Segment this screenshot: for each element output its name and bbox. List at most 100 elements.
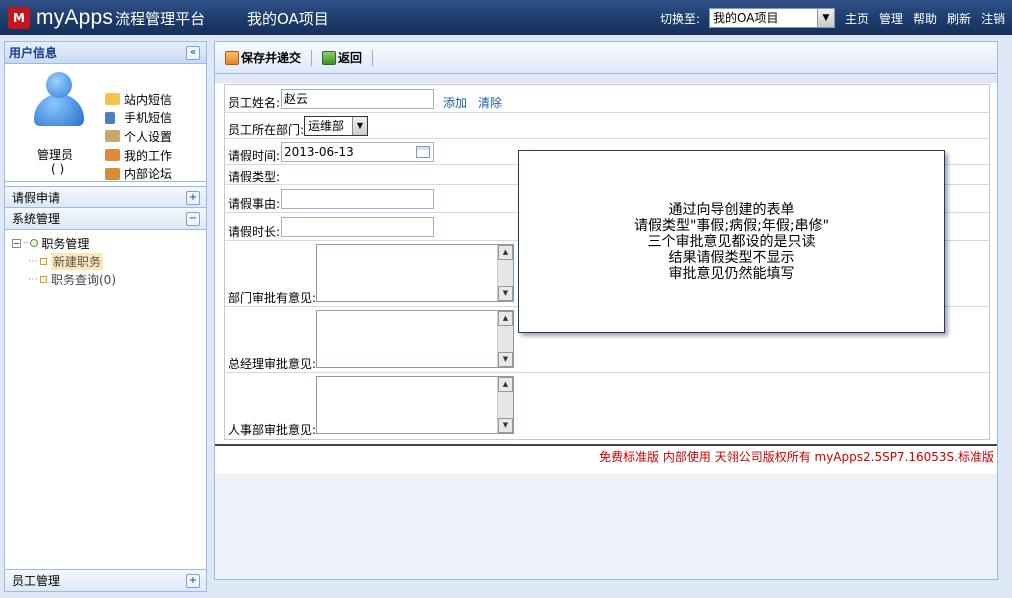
dept-value: 运维部 (308, 119, 345, 133)
refresh-link[interactable]: 刷新 (947, 10, 971, 27)
dept-opinion-label: 部门审批有意见: (228, 291, 317, 305)
section-system-admin[interactable]: 系统管理 − (5, 208, 206, 230)
user-link-work[interactable]: 我的工作 (105, 146, 172, 165)
tree-root[interactable]: − ·· 职务管理 (12, 234, 206, 252)
scroll-down-icon[interactable]: ▼ (498, 418, 513, 433)
user-link-settings[interactable]: 个人设置 (105, 127, 172, 146)
date-value: 2013-06-13 (284, 145, 354, 159)
dept-opinion-textarea[interactable]: ▲ ▼ (316, 244, 514, 302)
project-title: 我的OA项目 (247, 10, 329, 28)
note-line: 通过向导创建的表单 (668, 201, 795, 218)
logo-text: myApps (36, 6, 114, 29)
add-link[interactable]: 添加 (443, 94, 467, 111)
user-link-label: 我的工作 (124, 148, 173, 163)
user-link-sms[interactable]: 手机短信 (105, 109, 172, 128)
form-row-hr-opinion: 人事部审批意见: ▲ ▼ (225, 373, 989, 439)
help-link[interactable]: 帮助 (913, 10, 937, 27)
scrollbar[interactable]: ▲ ▼ (497, 245, 513, 301)
section-label: 请假申请 (12, 191, 61, 205)
project-switch-value: 我的OA项目 (713, 11, 779, 25)
section-employee-admin[interactable]: 员工管理 + (5, 569, 206, 591)
scroll-down-icon[interactable]: ▼ (498, 286, 513, 301)
clear-link[interactable]: 清除 (478, 94, 502, 111)
duration-field[interactable] (281, 217, 434, 237)
user-link-label: 手机短信 (124, 111, 173, 126)
mobile-icon (105, 111, 115, 124)
tree-item-label: 职务查询(0) (51, 272, 116, 287)
note-line: 结果请假类型不显示 (668, 249, 795, 266)
back-button[interactable]: 返回 (322, 49, 362, 66)
tree: − ·· 职务管理 ⋯ 新建职务 ⋯ 职务查询(0) (5, 230, 206, 288)
date-label: 请假时间: (228, 149, 281, 163)
name-label: 员工姓名: (228, 96, 281, 110)
logout-link[interactable]: 注销 (981, 10, 1005, 27)
section-leave-request[interactable]: 请假申请 + (5, 186, 206, 208)
user-link-mail[interactable]: 站内短信 (105, 90, 172, 109)
back-label: 返回 (338, 51, 363, 65)
scroll-up-icon[interactable]: ▲ (498, 377, 513, 392)
section-label: 员工管理 (12, 574, 61, 588)
chevron-down-icon[interactable]: ▼ (817, 9, 834, 27)
note-line: 三个审批意见都设的是只读 (647, 233, 816, 250)
home-icon (105, 167, 120, 180)
switch-label: 切换至: (660, 12, 701, 26)
name-field[interactable]: 赵云 (281, 89, 434, 109)
user-info: 管理员 ( ) 站内短信 手机短信 个人设置 我的工作 内部论坛 (5, 64, 206, 182)
folder-icon (30, 239, 39, 247)
collapse-icon[interactable]: − (186, 212, 200, 226)
user-panel-header: 用户信息 « (5, 42, 206, 64)
user-links: 站内短信 手机短信 个人设置 我的工作 内部论坛 (105, 90, 172, 183)
back-icon (322, 50, 337, 65)
user-link-forum[interactable]: 内部论坛 (105, 164, 172, 183)
leaf-icon (40, 257, 47, 265)
admin-link[interactable]: 管理 (879, 10, 903, 27)
expand-icon[interactable]: + (186, 191, 200, 205)
note-line: 请假类型"事假;病假;年假;串修" (633, 217, 830, 234)
type-label: 请假类型: (228, 170, 281, 184)
chevron-down-icon[interactable]: ▼ (352, 117, 367, 135)
scrollbar[interactable]: ▲ ▼ (497, 311, 513, 367)
logo-subtitle: 流程管理平台 (115, 9, 206, 28)
section-label: 系统管理 (12, 212, 61, 226)
scrollbar[interactable]: ▲ ▼ (497, 377, 513, 433)
reason-field[interactable] (281, 189, 434, 209)
leaf-icon (40, 275, 47, 283)
date-field[interactable]: 2013-06-13 (281, 142, 434, 162)
project-switch-select[interactable]: 我的OA项目 ▼ (709, 8, 835, 28)
scroll-down-icon[interactable]: ▼ (498, 352, 513, 367)
tree-item-new-position[interactable]: ⋯ 新建职务 (12, 252, 206, 270)
expand-icon[interactable]: + (186, 574, 200, 588)
scroll-up-icon[interactable]: ▲ (498, 311, 513, 326)
user-role: ( ) (51, 162, 65, 176)
app-logo: M myApps 流程管理平台 (8, 6, 205, 30)
form-row-name: 员工姓名: 赵云 添加 清除 (225, 85, 989, 113)
footer-divider (215, 444, 997, 446)
hr-opinion-label: 人事部审批意见: (228, 423, 317, 437)
user-link-label: 个人设置 (124, 129, 173, 144)
avatar (34, 70, 84, 128)
user-name: 管理员 (37, 148, 74, 162)
calendar-icon[interactable] (416, 146, 430, 158)
footer-copyright: 免费标准版 内部使用 天翎公司版权所有 myApps2.5SP7.16053S.… (599, 450, 994, 464)
save-submit-label: 保存并递交 (241, 51, 302, 65)
app-header: M myApps 流程管理平台 我的OA项目 切换至: 我的OA项目 ▼ 主页 … (0, 0, 1012, 35)
tree-toggle-icon[interactable]: − (12, 238, 21, 248)
gm-opinion-textarea[interactable]: ▲ ▼ (316, 310, 514, 368)
dept-label: 员工所在部门: (228, 123, 305, 137)
collapse-left-icon[interactable]: « (186, 46, 200, 60)
top-links: 主页 管理 帮助 刷新 注销 (845, 10, 1005, 27)
hr-opinion-textarea[interactable]: ▲ ▼ (316, 376, 514, 434)
scroll-up-icon[interactable]: ▲ (498, 245, 513, 260)
user-link-label: 站内短信 (124, 92, 173, 107)
save-submit-button[interactable]: 保存并递交 (225, 49, 301, 66)
edit-icon (105, 130, 120, 143)
home-link[interactable]: 主页 (845, 10, 869, 27)
tree-item-position-query[interactable]: ⋯ 职务查询(0) (12, 270, 206, 288)
form-row-dept: 员工所在部门: 运维部 ▼ (225, 113, 989, 139)
save-icon (225, 50, 239, 65)
dept-select[interactable]: 运维部 ▼ (304, 116, 368, 136)
work-icon (105, 149, 120, 162)
sidebar: 用户信息 « 管理员 ( ) 站内短信 手机短信 个人设置 我的工作 内部论坛 … (4, 41, 207, 592)
annotation-note: 通过向导创建的表单 请假类型"事假;病假;年假;串修" 三个审批意见都设的是只读… (518, 150, 945, 333)
logo-mark-icon: M (8, 7, 30, 29)
